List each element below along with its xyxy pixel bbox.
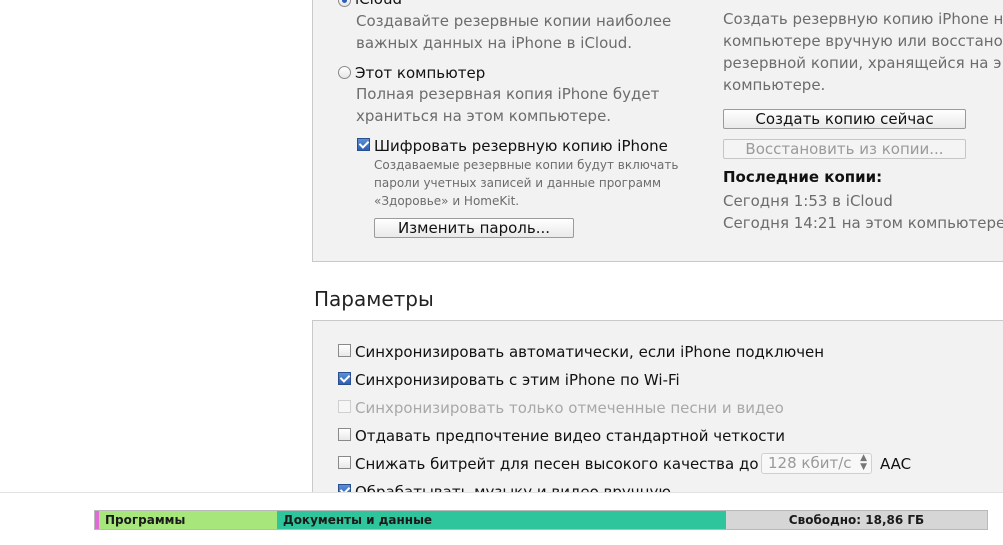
bitrate-select[interactable]: 128 кбит/с ▲ ▼ bbox=[761, 453, 872, 474]
encrypt-desc-line3: «Здоровье» и HomeKit. bbox=[374, 194, 520, 208]
backup-now-button[interactable]: Создать копию сейчас bbox=[723, 109, 966, 129]
storage-docs-segment: Документы и данные bbox=[277, 511, 726, 529]
change-password-button[interactable]: Изменить пароль... bbox=[374, 218, 574, 238]
params-title: Параметры bbox=[314, 287, 434, 311]
auto-sync-checkbox[interactable] bbox=[338, 344, 351, 357]
icloud-desc-line2: важных данных на iPhone в iCloud. bbox=[356, 34, 633, 52]
storage-apps-segment: Программы bbox=[99, 511, 277, 529]
storage-free-label: Свободно: 18,86 ГБ bbox=[788, 513, 925, 527]
this-computer-desc-line2: храниться на этом компьютере. bbox=[356, 107, 612, 125]
encrypt-desc-line1: Создаваемые резервные копии будут включа… bbox=[374, 158, 679, 172]
latest-backup-computer: Сегодня 14:21 на этом компьютере bbox=[723, 214, 1003, 232]
encrypt-label[interactable]: Шифровать резервную копию iPhone bbox=[374, 137, 668, 155]
restore-backup-button[interactable]: Восстановить из копии... bbox=[723, 139, 966, 159]
manual-desc-line3: резервной копии, хранящейся на э bbox=[723, 54, 1002, 72]
encrypt-checkbox[interactable] bbox=[357, 138, 370, 151]
this-computer-radio[interactable] bbox=[338, 66, 351, 79]
wifi-sync-checkbox[interactable] bbox=[338, 372, 351, 385]
sd-video-label[interactable]: Отдавать предпочтение видео стандартной … bbox=[355, 427, 785, 445]
manual-desc-line1: Создать резервную копию iPhone на bbox=[723, 10, 1003, 28]
this-computer-label[interactable]: Этот компьютер bbox=[355, 64, 485, 82]
manual-desc-line2: компьютере вручную или восстано bbox=[723, 32, 1003, 50]
storage-apps-label: Программы bbox=[105, 513, 186, 527]
reduce-bitrate-checkbox[interactable] bbox=[338, 456, 351, 469]
reduce-bitrate-label[interactable]: Снижать битрейт для песен высокого качес… bbox=[355, 455, 759, 473]
manual-desc-line4: компьютере. bbox=[723, 76, 826, 94]
stepper-arrows-icon: ▲ ▼ bbox=[860, 453, 867, 472]
icloud-label[interactable]: iCloud bbox=[355, 0, 402, 8]
this-computer-desc-line1: Полная резервная копия iPhone будет bbox=[356, 85, 660, 103]
encrypt-desc-line2: пароли учетных записей и данные программ bbox=[374, 176, 662, 190]
storage-capacity-bar: Программы Документы и данные Свободно: 1… bbox=[94, 510, 988, 530]
storage-docs-label: Документы и данные bbox=[283, 513, 433, 527]
icloud-desc-line1: Создавайте резервные копии наиболее bbox=[356, 12, 672, 30]
bitrate-value: 128 кбит/с bbox=[768, 454, 852, 472]
sd-video-checkbox[interactable] bbox=[338, 428, 351, 441]
checked-only-label[interactable]: Синхронизировать только отмеченные песни… bbox=[355, 399, 784, 417]
latest-backups-title: Последние копии: bbox=[723, 168, 883, 186]
bitrate-format: AAC bbox=[880, 455, 912, 473]
latest-backup-icloud: Сегодня 1:53 в iCloud bbox=[723, 192, 893, 210]
storage-free-segment: Свободно: 18,86 ГБ bbox=[726, 511, 987, 529]
checked-only-checkbox[interactable] bbox=[338, 400, 351, 413]
wifi-sync-label[interactable]: Синхронизировать с этим iPhone по Wi-Fi bbox=[355, 371, 680, 389]
auto-sync-label[interactable]: Синхронизировать автоматически, если iPh… bbox=[355, 343, 824, 361]
